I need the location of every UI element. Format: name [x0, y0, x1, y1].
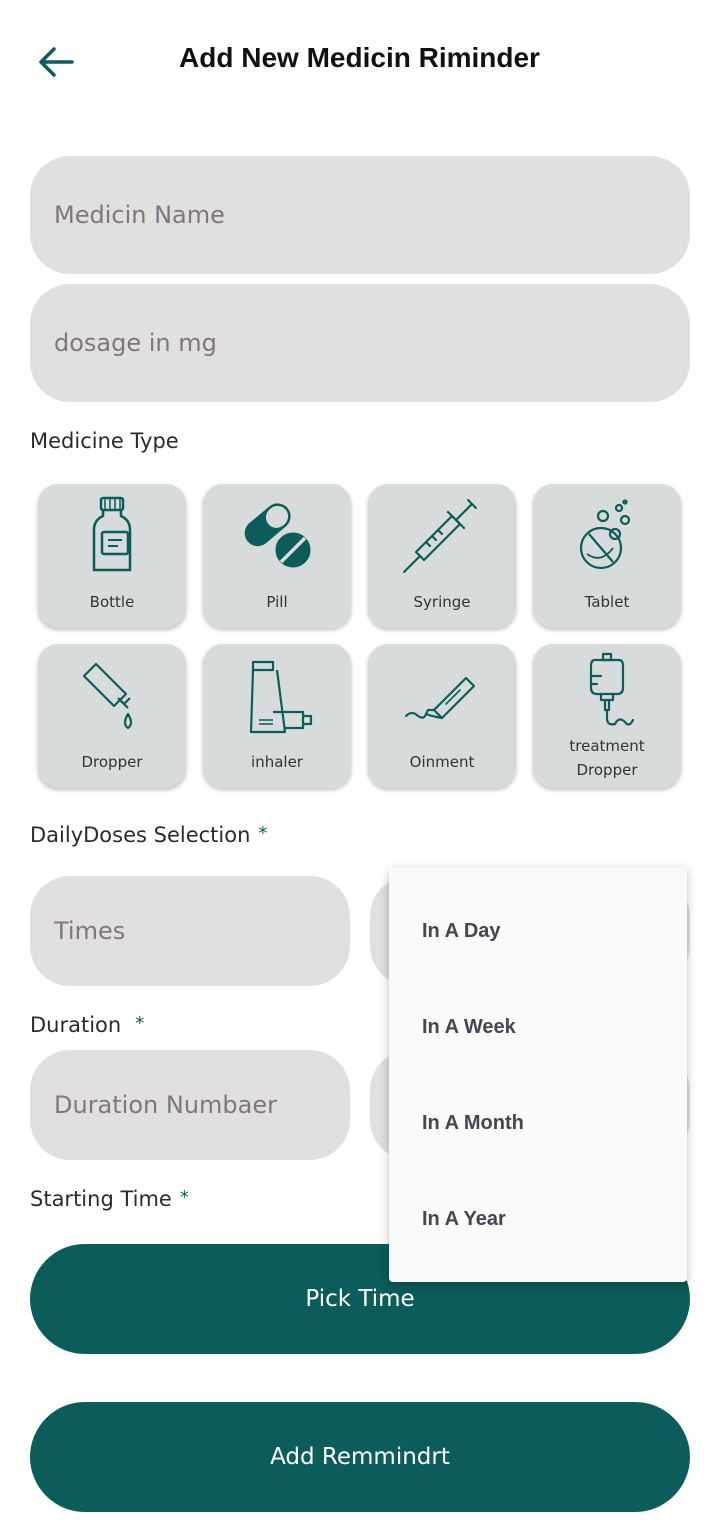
starting-time-label: Starting Time *: [30, 1187, 189, 1211]
menu-item-in-a-month[interactable]: In A Month: [389, 1075, 687, 1171]
required-mark: *: [179, 1187, 189, 1208]
type-label: Bottle: [89, 593, 135, 611]
required-mark: *: [135, 1013, 145, 1034]
type-card-dropper[interactable]: Dropper: [38, 644, 186, 788]
times-placeholder: Times: [54, 917, 126, 945]
page-title: Add New Medicin Riminder: [179, 42, 540, 73]
pill-icon: [244, 503, 314, 571]
type-card-inhaler[interactable]: inhaler: [203, 644, 351, 788]
bottle-icon: [92, 496, 132, 572]
medicine-name-placeholder: Medicin Name: [54, 201, 225, 229]
frequency-menu: In A Day In A Week In A Month In A Year: [389, 867, 687, 1282]
ointment-icon: [404, 676, 476, 720]
starting-time-text: Starting Time: [30, 1187, 172, 1211]
duration-number-input[interactable]: Duration Numbaer: [30, 1050, 350, 1160]
type-card-ointment[interactable]: Oinment: [368, 644, 516, 788]
type-label: Dropper: [81, 753, 143, 771]
medicine-name-input[interactable]: Medicin Name: [30, 156, 690, 274]
medicine-type-label: Medicine Type: [30, 429, 179, 453]
daily-doses-label: DailyDoses Selection *: [30, 823, 267, 847]
inhaler-icon: [249, 660, 313, 734]
type-label: Tablet: [584, 593, 630, 611]
daily-doses-text: DailyDoses Selection: [30, 823, 251, 847]
type-card-bottle[interactable]: Bottle: [38, 484, 186, 628]
type-card-treatment-dropper[interactable]: treatment Dropper: [533, 644, 681, 788]
menu-item-in-a-week[interactable]: In A Week: [389, 979, 687, 1075]
type-card-pill[interactable]: Pill: [203, 484, 351, 628]
type-label: Syringe: [413, 593, 471, 611]
type-card-tablet[interactable]: Tablet: [533, 484, 681, 628]
type-card-syringe[interactable]: Syringe: [368, 484, 516, 628]
menu-item-in-a-day[interactable]: In A Day: [389, 883, 687, 979]
duration-text: Duration: [30, 1013, 122, 1037]
add-reminder-label: Add Remmindrt: [270, 1444, 450, 1470]
tablet-icon: [579, 499, 631, 570]
type-label: Pill: [266, 593, 288, 611]
syringe-icon: [402, 498, 478, 574]
duration-label: Duration *: [30, 1013, 144, 1037]
dosage-placeholder: dosage in mg: [54, 329, 217, 357]
dosage-input[interactable]: dosage in mg: [30, 284, 690, 402]
required-mark: *: [258, 823, 268, 844]
menu-item-in-a-year[interactable]: In A Year: [389, 1171, 687, 1267]
iv-drip-icon: [589, 652, 635, 726]
add-reminder-button[interactable]: Add Remmindrt: [30, 1402, 690, 1512]
times-input[interactable]: Times: [30, 876, 350, 986]
type-label: treatment Dropper: [569, 737, 645, 779]
type-label: Oinment: [409, 753, 475, 771]
duration-placeholder: Duration Numbaer: [54, 1091, 277, 1119]
dropper-icon: [82, 662, 133, 730]
type-label: inhaler: [251, 753, 303, 771]
pick-time-label: Pick Time: [305, 1286, 415, 1312]
